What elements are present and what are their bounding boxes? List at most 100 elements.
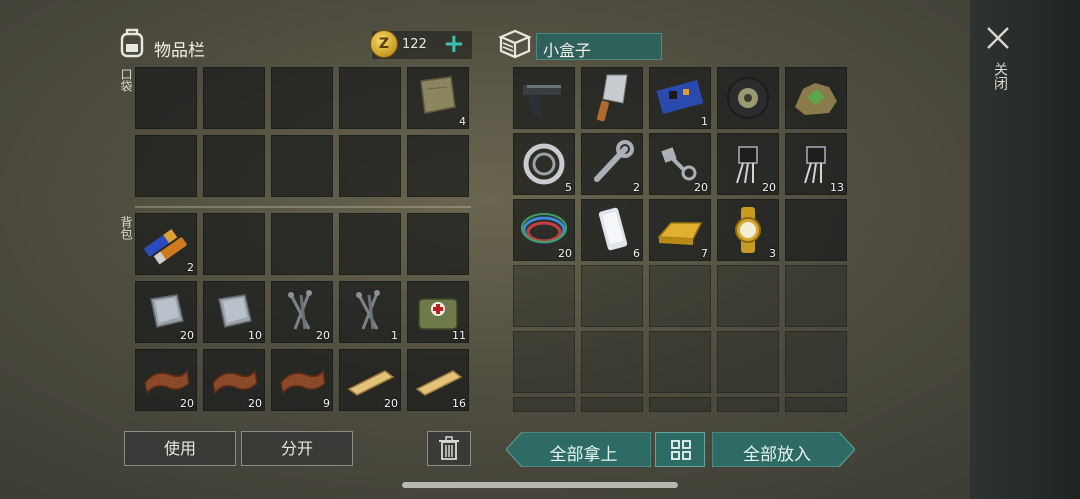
trash-icon	[439, 436, 459, 460]
item-count: 20	[248, 397, 262, 410]
item-count: 5	[565, 181, 572, 194]
item-count: 3	[769, 247, 776, 260]
box-icon	[497, 28, 533, 60]
pocket-slot[interactable]	[271, 135, 333, 197]
split-button[interactable]: 分开	[241, 431, 353, 466]
backpack-slot-filled[interactable]: 20	[339, 349, 401, 411]
container-slot-filled[interactable]	[785, 67, 847, 129]
item-count: 7	[701, 247, 708, 260]
backpack-slot-filled[interactable]: 20	[203, 349, 265, 411]
container-slot-filled[interactable]: 13	[785, 133, 847, 195]
container-slot-filled[interactable]: 3	[717, 199, 779, 261]
pocket-slot[interactable]	[339, 135, 401, 197]
ore-icon	[795, 83, 837, 115]
backpack-slot-filled[interactable]: 1	[339, 281, 401, 343]
container-slot[interactable]	[649, 397, 711, 412]
backpack-slot-filled[interactable]: 20	[135, 349, 197, 411]
item-count: 4	[459, 115, 466, 128]
pocket-slot[interactable]	[339, 67, 401, 129]
item-count: 20	[180, 329, 194, 342]
container-slot[interactable]	[717, 265, 779, 327]
close-label: 关闭	[992, 62, 1008, 90]
backpack-slot-filled[interactable]: 9	[271, 349, 333, 411]
backpack-slot[interactable]	[203, 213, 265, 275]
pocket-slot[interactable]	[135, 135, 197, 197]
pocket-slot[interactable]	[203, 135, 265, 197]
container-slot[interactable]	[785, 199, 847, 261]
pocket-slot[interactable]	[271, 67, 333, 129]
container-slot[interactable]	[513, 331, 575, 393]
item-count: 10	[248, 329, 262, 342]
item-count: 20	[762, 181, 776, 194]
backpack-slot[interactable]	[271, 213, 333, 275]
backpack-slot-filled[interactable]: 20	[135, 281, 197, 343]
pocket-slot[interactable]	[203, 67, 265, 129]
coin-icon: Z	[370, 30, 398, 58]
container-title: 小盒子	[543, 41, 592, 60]
container-slot[interactable]	[581, 331, 643, 393]
container-slot-filled[interactable]: 2	[581, 133, 643, 195]
container-slot-filled[interactable]	[581, 67, 643, 129]
container-slot[interactable]	[649, 265, 711, 327]
put-all-button[interactable]: 全部放入	[712, 432, 855, 467]
container-name-field[interactable]: 小盒子	[536, 33, 662, 60]
item-count: 11	[452, 329, 466, 342]
pocket-slot[interactable]	[407, 135, 469, 197]
container-slot[interactable]	[717, 331, 779, 393]
close-icon	[987, 27, 1009, 49]
container-slot-filled[interactable]	[513, 67, 575, 129]
container-slot-filled[interactable]: 20	[717, 133, 779, 195]
container-slot[interactable]	[581, 397, 643, 412]
put-all-label: 全部放入	[743, 445, 811, 465]
backpack-slot[interactable]	[339, 213, 401, 275]
take-all-label: 全部拿上	[549, 445, 618, 465]
item-count: 2	[187, 261, 194, 274]
container-slot[interactable]	[785, 397, 847, 412]
trash-button[interactable]	[427, 431, 471, 466]
container-slot-filled[interactable]: 5	[513, 133, 575, 195]
sort-button[interactable]	[655, 432, 705, 467]
pocket-slot-filled[interactable]: 4	[407, 67, 469, 129]
container-slot-filled[interactable]: 20	[513, 199, 575, 261]
backpack-slot-filled[interactable]: 16	[407, 349, 469, 411]
home-indicator[interactable]	[402, 482, 678, 488]
backpack-slot-filled[interactable]: 11	[407, 281, 469, 343]
container-slot-filled[interactable]: 20	[649, 133, 711, 195]
grid-icon	[671, 440, 691, 460]
take-all-button[interactable]: 全部拿上	[506, 432, 651, 467]
item-count: 20	[694, 181, 708, 194]
backpack-slot[interactable]	[407, 213, 469, 275]
backpack-slot-filled[interactable]: 2	[135, 213, 197, 275]
container-slot[interactable]	[785, 331, 847, 393]
inventory-title: 物品栏	[154, 41, 205, 61]
section-divider	[135, 206, 471, 208]
currency-amount: 122	[402, 37, 427, 52]
container-slot[interactable]	[649, 331, 711, 393]
container-slot-filled[interactable]: 6	[581, 199, 643, 261]
container-slot[interactable]	[513, 397, 575, 412]
container-slot[interactable]	[717, 397, 779, 412]
container-slot-filled[interactable]: 1	[649, 67, 711, 129]
close-button[interactable]: 关闭	[984, 24, 1012, 104]
backpack-label: 背包	[119, 216, 133, 240]
backpack-icon	[117, 26, 147, 58]
container-slot-filled[interactable]	[717, 67, 779, 129]
container-slot[interactable]	[785, 265, 847, 327]
item-count: 9	[323, 397, 330, 410]
item-count: 1	[391, 329, 398, 342]
item-count: 20	[558, 247, 572, 260]
item-count: 20	[316, 329, 330, 342]
backpack-slot-filled[interactable]: 10	[203, 281, 265, 343]
item-count: 2	[633, 181, 640, 194]
item-count: 20	[180, 397, 194, 410]
cleaver-icon	[596, 74, 628, 122]
container-slot-filled[interactable]: 7	[649, 199, 711, 261]
pistol-icon	[523, 85, 561, 117]
pocket-label: 口袋	[119, 68, 133, 92]
pocket-slot[interactable]	[135, 67, 197, 129]
plus-icon[interactable]: +	[443, 31, 465, 57]
container-slot[interactable]	[581, 265, 643, 327]
backpack-slot-filled[interactable]: 20	[271, 281, 333, 343]
use-button[interactable]: 使用	[124, 431, 236, 466]
container-slot[interactable]	[513, 265, 575, 327]
